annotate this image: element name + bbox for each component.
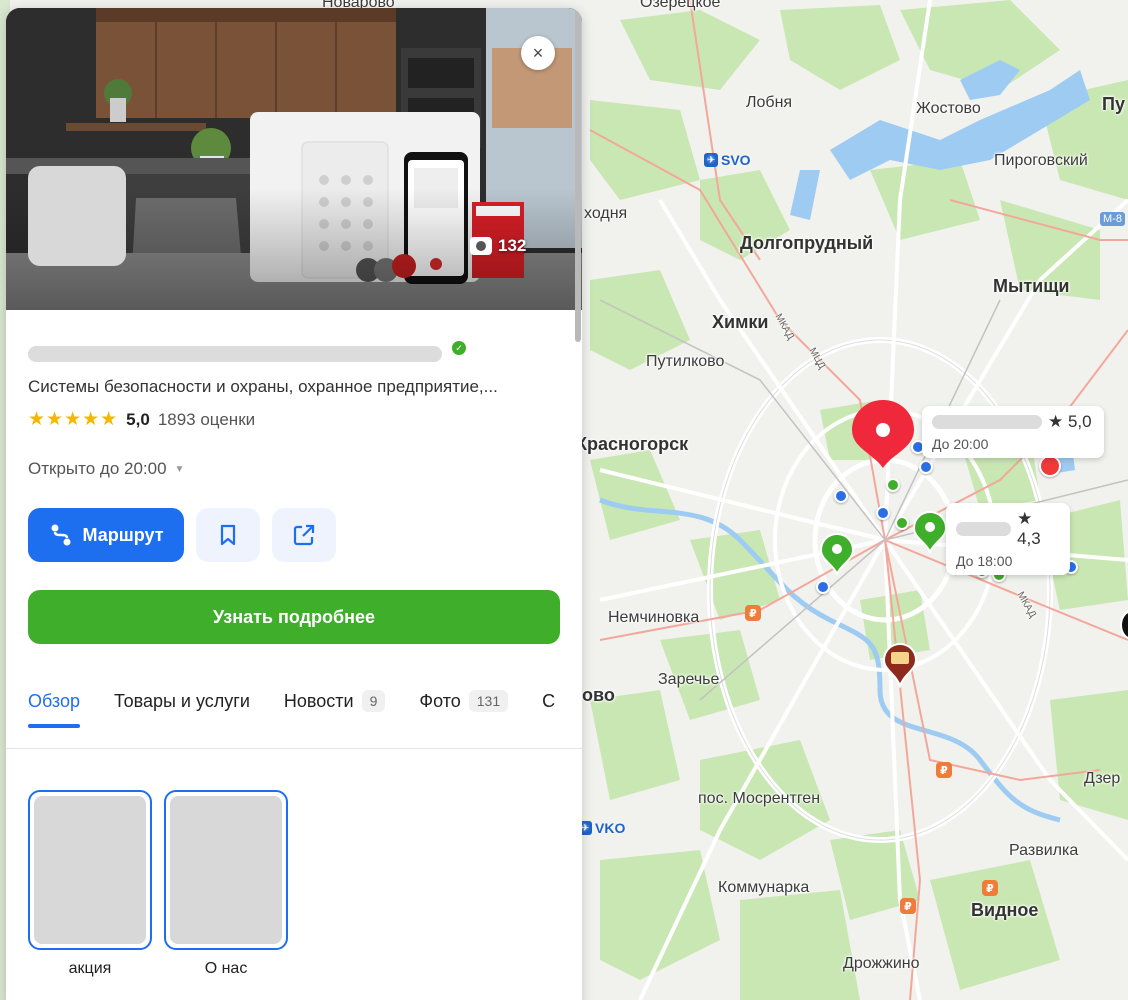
map-label: Дзер xyxy=(1084,770,1121,787)
map-poi-blue[interactable] xyxy=(816,580,830,594)
map-label: Видное xyxy=(971,900,1039,920)
map-label: Коммунарка xyxy=(718,879,810,896)
photos-count-badge: 131 xyxy=(468,690,509,712)
road-label-m8: М-8 xyxy=(1100,212,1125,226)
share-icon xyxy=(293,524,315,546)
story-label: О нас xyxy=(204,960,248,977)
map-label: Химки xyxy=(712,312,769,332)
hours-text: Открыто до 20:00 xyxy=(28,459,167,478)
tab-photos[interactable]: Фото 131 xyxy=(419,690,509,728)
ruble-icon[interactable]: ₽ xyxy=(982,880,998,896)
rating-row[interactable]: ★★★★★ 5,0 1893 оценки xyxy=(28,408,255,431)
callout-hours: До 20:00 xyxy=(932,436,989,452)
rating-value: 5,0 xyxy=(126,409,150,429)
panel-scrollbar[interactable] xyxy=(574,8,582,342)
learn-more-button[interactable]: Узнать подробнее xyxy=(28,590,560,644)
route-icon xyxy=(51,524,71,546)
callout-rating: ★ 5,0 xyxy=(1048,412,1092,431)
working-hours[interactable]: Открыто до 20:00 ▼ xyxy=(28,459,184,479)
map-poi-blue[interactable] xyxy=(919,460,933,474)
map-label: Заречье xyxy=(658,671,720,688)
map-poi-green[interactable] xyxy=(886,478,900,492)
share-button[interactable] xyxy=(272,508,336,562)
company-logo xyxy=(28,166,126,266)
map-label: Дрожжино xyxy=(843,955,920,972)
photo-count[interactable]: 132 xyxy=(470,236,526,256)
map-label: Жостово xyxy=(916,100,981,117)
map-label: Немчиновка xyxy=(608,609,700,626)
rating-count[interactable]: 1893 оценки xyxy=(158,410,255,430)
map-label: ходня xyxy=(584,205,628,222)
map-poi-blue[interactable] xyxy=(876,506,890,520)
name-placeholder xyxy=(956,522,1012,536)
bookmark-icon xyxy=(220,524,236,546)
map-label: Озерецкое xyxy=(640,0,721,11)
map-pin-brand[interactable] xyxy=(882,642,918,688)
company-title-row: ✓ xyxy=(28,341,466,362)
map-label: Красногорск xyxy=(576,434,689,454)
news-count-badge: 9 xyxy=(361,690,386,712)
map-label: Развилка xyxy=(1009,842,1079,859)
chevron-down-icon: ▼ xyxy=(174,463,185,475)
map-label: ово xyxy=(582,685,615,705)
map-callout[interactable]: ★ 5,0 До 20:00 xyxy=(922,406,1104,458)
company-name-placeholder xyxy=(28,346,442,362)
story-thumbnail[interactable] xyxy=(164,790,288,950)
tabs-divider xyxy=(6,748,582,749)
panel-tabs: Обзор Товары и услуги Новости 9 Фото 131… xyxy=(28,690,555,728)
map-label: Долгопрудный xyxy=(740,233,874,253)
story-label: акция xyxy=(68,960,112,977)
camera-icon xyxy=(470,237,492,255)
story-item[interactable]: О нас xyxy=(164,790,288,978)
map-pin-green[interactable] xyxy=(912,510,948,554)
tab-more[interactable]: С xyxy=(542,690,555,728)
rating-stars: ★★★★★ xyxy=(28,409,119,430)
map-poi-red[interactable] xyxy=(1039,455,1061,477)
verified-icon[interactable]: ✓ xyxy=(452,341,466,355)
action-buttons: Маршрут xyxy=(28,508,336,562)
map-poi-green[interactable] xyxy=(895,516,909,530)
tab-products[interactable]: Товары и услуги xyxy=(114,690,250,728)
ruble-icon[interactable]: ₽ xyxy=(745,605,761,621)
hero-photo[interactable]: × 132 xyxy=(6,8,582,310)
company-category: Системы безопасности и охраны, охранное … xyxy=(28,377,498,396)
story-thumbnail[interactable] xyxy=(28,790,152,950)
route-button[interactable]: Маршрут xyxy=(28,508,184,562)
scrollbar-thumb[interactable] xyxy=(575,8,581,342)
map-poi-blue[interactable] xyxy=(834,489,848,503)
map-label: Мытищи xyxy=(993,276,1070,296)
stories-list: акция О нас xyxy=(28,790,288,978)
ruble-icon[interactable]: ₽ xyxy=(900,898,916,914)
map-pin-green[interactable] xyxy=(819,532,855,576)
bookmark-button[interactable] xyxy=(196,508,260,562)
name-placeholder xyxy=(932,415,1042,429)
map-label: Лобня xyxy=(746,94,793,111)
tab-overview[interactable]: Обзор xyxy=(28,690,80,728)
tab-news[interactable]: Новости 9 xyxy=(284,690,386,728)
close-button[interactable]: × xyxy=(521,36,555,70)
map-label: пос. Мосрентген xyxy=(698,790,821,807)
map-callout[interactable]: ★ 4,3 До 18:00 xyxy=(946,503,1070,575)
organization-panel: × 132 ✓ Системы безопасности и охраны, о… xyxy=(6,8,582,1000)
callout-hours: До 18:00 xyxy=(956,553,1013,569)
map-label: Пироговский xyxy=(994,152,1088,169)
map-label: Путилково xyxy=(646,353,725,370)
ruble-icon[interactable]: ₽ xyxy=(936,762,952,778)
airplane-icon: ✈ xyxy=(704,153,718,167)
airport-svo[interactable]: ✈ SVO xyxy=(704,152,751,168)
callout-rating: ★ 4,3 xyxy=(1017,509,1041,548)
story-item[interactable]: акция xyxy=(28,790,152,978)
map-label: Пу xyxy=(1102,94,1125,114)
selected-location-pin[interactable] xyxy=(850,398,916,470)
airport-vko[interactable]: ✈ VKO xyxy=(578,820,625,836)
